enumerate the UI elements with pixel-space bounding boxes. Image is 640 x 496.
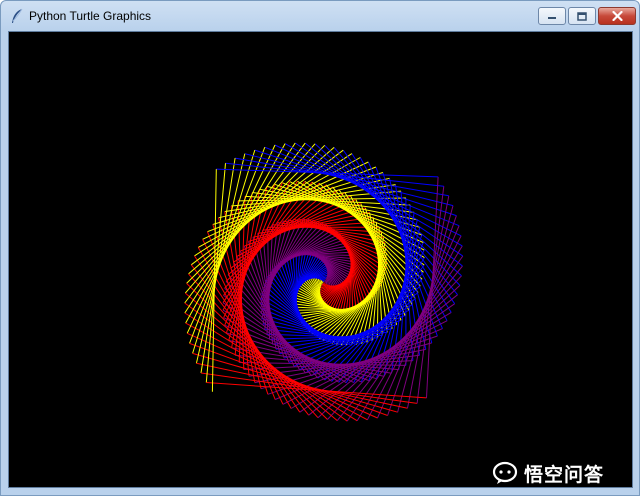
- spiral-segment: [321, 283, 327, 286]
- maximize-button[interactable]: [568, 7, 596, 25]
- spiral-segment: [200, 372, 418, 404]
- feather-icon: [12, 8, 23, 23]
- maximize-icon: [577, 11, 587, 21]
- spiral-lines: [184, 142, 464, 422]
- spiral-segment: [426, 176, 439, 398]
- turtle-canvas[interactable]: [8, 31, 633, 488]
- watermark-text: 悟空问答: [524, 464, 605, 486]
- spiral-drawing: [184, 142, 464, 422]
- close-icon: [611, 11, 623, 21]
- speech-bubble-icon: [492, 461, 518, 484]
- watermark: 悟空问答: [492, 456, 632, 490]
- minimize-button[interactable]: [538, 7, 566, 25]
- window-title: Python Turtle Graphics: [29, 9, 152, 23]
- spiral-segment: [320, 280, 323, 285]
- spiral-segment: [279, 324, 397, 355]
- minimize-icon: [548, 17, 556, 19]
- close-button[interactable]: [598, 7, 636, 25]
- turtle-window: Python Turtle Graphics: [0, 0, 640, 496]
- title-bar[interactable]: Python Turtle Graphics: [1, 1, 639, 31]
